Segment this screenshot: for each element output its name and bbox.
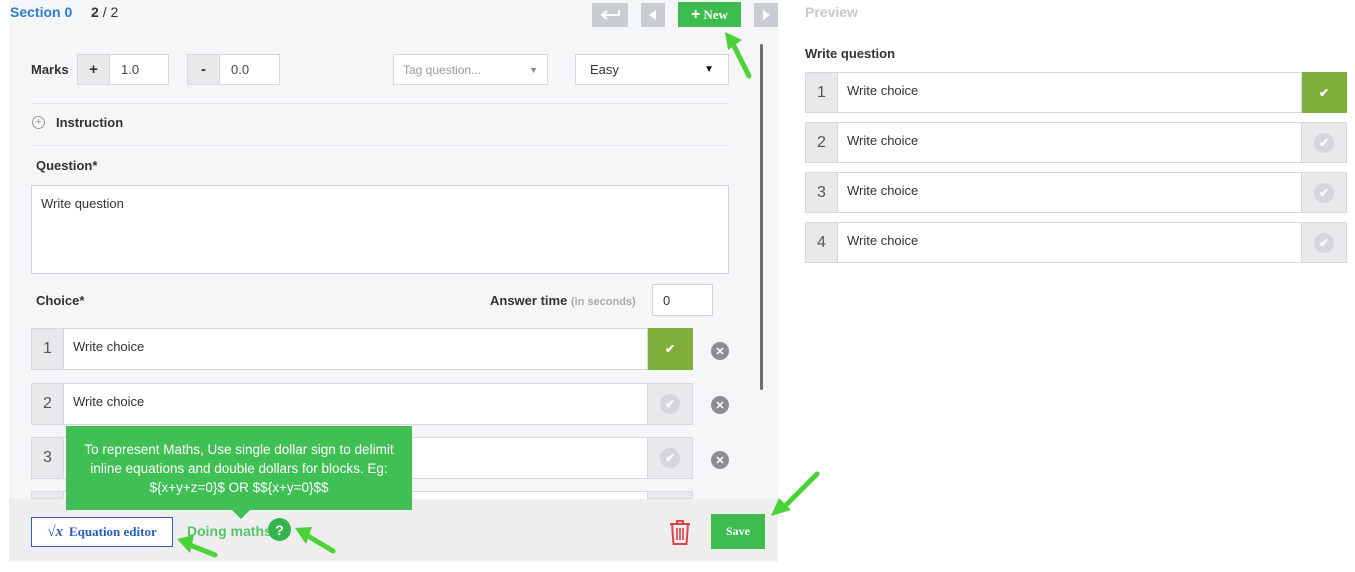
minus-icon[interactable]: - (188, 55, 220, 84)
mark-correct-button[interactable] (648, 491, 693, 499)
answer-time-text: Answer time (490, 293, 568, 308)
preview-choice-number: 4 (805, 222, 838, 263)
new-button-label: New (703, 6, 728, 22)
preview-choice-row: 4 Write choice ✔ (805, 222, 1347, 263)
back-button[interactable] (592, 3, 628, 27)
annotation-arrow-icon (771, 471, 820, 516)
marks-label: Marks (31, 62, 69, 77)
equation-editor-button[interactable]: √x Equation editor (31, 517, 173, 547)
choice-number (31, 491, 64, 499)
preview-question: Write question (805, 46, 896, 61)
instruction-toggle[interactable]: Instruction (56, 115, 123, 130)
question-textarea[interactable]: Write question (31, 185, 729, 274)
choice-input[interactable]: Write choice (64, 328, 648, 370)
answer-time-hint: (in seconds) (570, 296, 636, 308)
caret-down-icon: ▼ (529, 64, 538, 75)
check-icon: ✔ (1318, 85, 1330, 100)
preview-choice-text: Write choice (838, 72, 1302, 113)
annotation-arrow-icon (725, 32, 752, 79)
choice-row: 2 Write choice ✔ (31, 383, 693, 425)
preview-choice-number: 2 (805, 122, 838, 163)
mark-correct-button[interactable]: ✔ (648, 437, 693, 479)
preview-choice-number: 3 (805, 172, 838, 213)
maths-help-tooltip: To represent Maths, Use single dollar si… (66, 426, 412, 510)
check-icon: ✔ (664, 342, 676, 356)
choice-number: 1 (31, 328, 64, 370)
choice-label: Choice* (36, 293, 85, 308)
preview-choice-number: 1 (805, 72, 838, 113)
section-title[interactable]: Section 0 (10, 4, 72, 20)
check-icon: ✔ (1314, 232, 1334, 253)
expand-plus-icon[interactable]: + (32, 116, 45, 129)
return-arrow-icon (600, 10, 620, 20)
annotation-arrow-icon (295, 527, 336, 554)
preview-choice-text: Write choice (838, 172, 1302, 213)
save-button[interactable]: Save (711, 514, 765, 549)
caret-down-icon: ▼ (704, 64, 714, 75)
positive-marks-input[interactable]: 1.0 (110, 55, 150, 84)
mark-correct-button[interactable]: ✔ (648, 328, 693, 370)
question-counter: 2 / 2 (91, 4, 118, 20)
tooltip-arrow (232, 510, 250, 519)
page-separator: / (102, 4, 107, 20)
check-icon: ✔ (1314, 182, 1334, 203)
preview-choice-row: 2 Write choice ✔ (805, 122, 1347, 163)
remove-choice-icon[interactable]: ✕ (711, 451, 729, 469)
check-icon: ✔ (660, 394, 680, 414)
answer-time-input[interactable]: 0 (652, 284, 713, 316)
plus-icon[interactable]: + (78, 55, 110, 84)
choice-number: 3 (31, 437, 64, 479)
preview-correct-marker: ✔ (1302, 222, 1347, 263)
annotation-arrow-icon (177, 535, 218, 558)
preview-choice-text: Write choice (838, 222, 1302, 263)
plus-icon: + (691, 5, 701, 23)
mark-correct-button[interactable]: ✔ (648, 383, 693, 425)
preview-correct-marker: ✔ (1302, 172, 1347, 213)
tag-question-select[interactable]: Tag question... ▼ (393, 54, 548, 85)
remove-choice-icon[interactable]: ✕ (711, 342, 729, 360)
divider (31, 103, 728, 104)
tag-placeholder: Tag question... (403, 62, 482, 77)
page-total: 2 (110, 4, 119, 20)
divider (31, 145, 728, 146)
previous-question-button[interactable] (641, 3, 665, 27)
new-question-button[interactable]: + New (678, 2, 741, 27)
negative-marks-stepper[interactable]: - 0.0 (187, 54, 280, 85)
trash-icon[interactable] (668, 518, 692, 546)
question-label: Question* (36, 158, 98, 173)
difficulty-select[interactable]: Easy ▼ (575, 54, 729, 85)
preview-correct-marker: ✔ (1302, 72, 1347, 113)
check-icon: ✔ (1314, 132, 1334, 153)
triangle-right-icon (763, 10, 770, 20)
triangle-left-icon (649, 10, 656, 20)
difficulty-value: Easy (590, 62, 619, 77)
preview-choice-row: 3 Write choice ✔ (805, 172, 1347, 213)
preview-choice-row: 1 Write choice ✔ (805, 72, 1347, 113)
choice-row: 1 Write choice ✔ (31, 328, 693, 370)
check-icon: ✔ (660, 448, 680, 468)
preview-correct-marker: ✔ (1302, 122, 1347, 163)
preview-heading: Preview (805, 4, 858, 20)
positive-marks-stepper[interactable]: + 1.0 (77, 54, 169, 85)
remove-choice-icon[interactable]: ✕ (711, 396, 729, 414)
negative-marks-input[interactable]: 0.0 (220, 55, 260, 84)
choice-number: 2 (31, 383, 64, 425)
preview-choice-text: Write choice (838, 122, 1302, 163)
equation-editor-label: Equation editor (68, 524, 157, 539)
scrollbar[interactable] (760, 44, 763, 390)
help-icon[interactable]: ? (268, 518, 291, 541)
next-question-button[interactable] (754, 3, 778, 27)
answer-time-label: Answer time (in seconds) (490, 293, 636, 308)
square-root-icon: √x (47, 523, 63, 540)
page-current: 2 (91, 4, 99, 20)
choice-input[interactable]: Write choice (64, 383, 648, 425)
